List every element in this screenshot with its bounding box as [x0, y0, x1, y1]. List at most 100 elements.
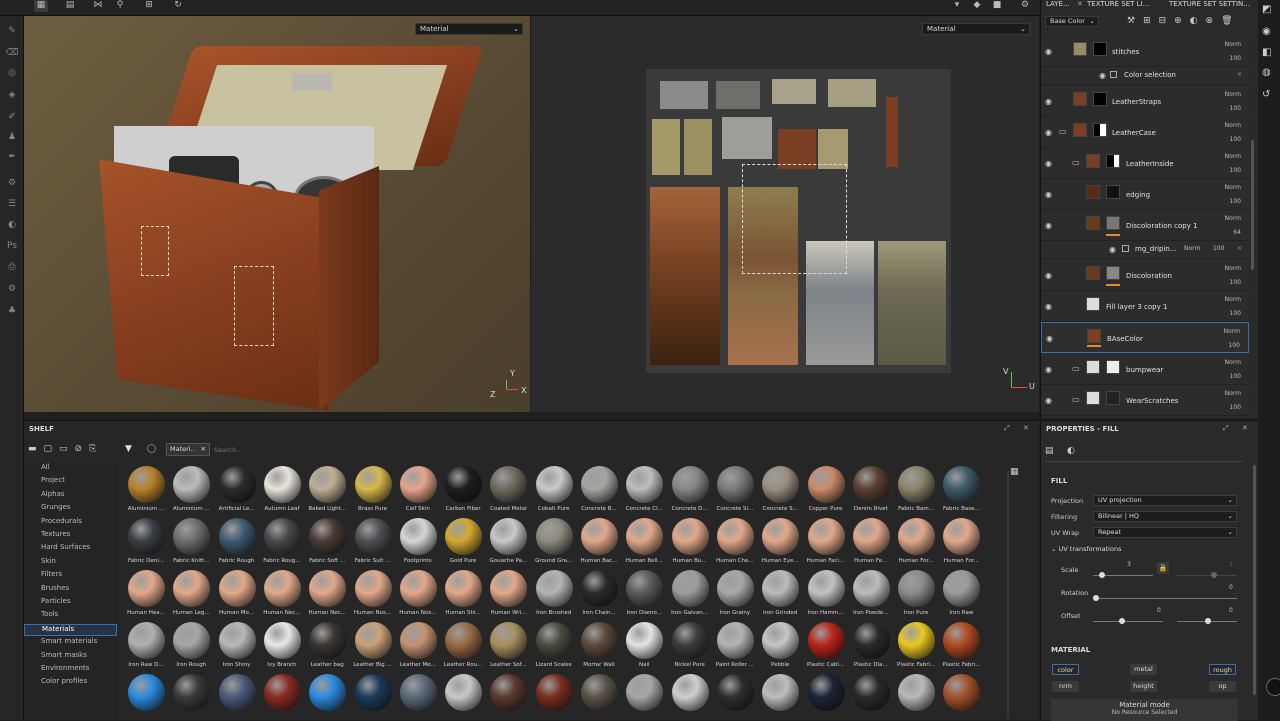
- material-thumbnail[interactable]: Human For...: [939, 518, 983, 570]
- uv-selection-box[interactable]: [742, 164, 847, 274]
- uvwrap-select[interactable]: Repeat ⌄: [1093, 527, 1237, 538]
- display-icon[interactable]: ◧: [1262, 47, 1271, 58]
- material-thumbnail[interactable]: Iron Rough: [169, 622, 213, 674]
- viewport-3d-mode-select[interactable]: Material ⌄: [415, 23, 523, 35]
- channel-height-button[interactable]: height: [1130, 681, 1157, 692]
- shelf-category-smart-masks[interactable]: Smart masks: [41, 651, 87, 659]
- scale-knob-2[interactable]: [1211, 572, 1217, 578]
- tab-layers[interactable]: LAYE...: [1046, 0, 1070, 9]
- material-thumbnail[interactable]: [804, 674, 848, 720]
- material-thumbnail[interactable]: Human Shi...: [441, 570, 485, 622]
- close-icon[interactable]: ✕: [1023, 424, 1029, 432]
- eye-icon[interactable]: ◉: [1045, 128, 1052, 137]
- material-thumbnail[interactable]: Iron Diamo...: [622, 570, 666, 622]
- layer-opacity[interactable]: 100: [1230, 404, 1241, 411]
- offset-knob-2[interactable]: [1205, 618, 1211, 624]
- layer-opacity[interactable]: 100: [1230, 167, 1241, 174]
- material-thumbnail[interactable]: Iron Shiny: [215, 622, 259, 674]
- material-thumbnail[interactable]: Fabric Bam...: [894, 466, 938, 518]
- channel-color-button[interactable]: color: [1052, 664, 1079, 675]
- add-icon[interactable]: ⊞: [142, 0, 156, 12]
- material-thumbnail[interactable]: [668, 674, 712, 720]
- video-icon[interactable]: ■: [990, 0, 1004, 12]
- material-tab-icon[interactable]: ◐: [1067, 446, 1075, 456]
- material-thumbnail[interactable]: Concrete Si...: [713, 466, 757, 518]
- material-thumbnail[interactable]: [305, 674, 349, 720]
- layer-blend[interactable]: Norm: [1225, 359, 1241, 366]
- close-icon[interactable]: ✕: [1237, 71, 1242, 78]
- shelf-category-tools[interactable]: Tools: [41, 610, 58, 618]
- expand-icon[interactable]: ⤢: [1004, 424, 1010, 433]
- material-thumbnail[interactable]: Artificial Le...: [215, 466, 259, 518]
- layer-opacity[interactable]: 100: [1230, 136, 1241, 143]
- eye-icon[interactable]: ◉: [1045, 396, 1052, 405]
- eye-icon[interactable]: ◉: [1045, 190, 1052, 199]
- material-thumbnail[interactable]: Denim Rivet: [849, 466, 893, 518]
- material-thumbnail[interactable]: Paint Roller ...: [713, 622, 757, 674]
- material-thumbnail[interactable]: Leather bag: [305, 622, 349, 674]
- camera-icon[interactable]: ◉: [1262, 26, 1271, 37]
- material-thumbnail[interactable]: [441, 674, 485, 720]
- shelf-search-input[interactable]: [214, 443, 994, 456]
- eye-icon[interactable]: ◉: [1109, 245, 1116, 254]
- pivot-icon[interactable]: ⚲: [113, 0, 127, 12]
- rotation-knob[interactable]: [1093, 595, 1099, 601]
- material-thumbnail[interactable]: [577, 674, 621, 720]
- layers-icon[interactable]: ◩: [1262, 4, 1271, 15]
- history-icon[interactable]: ↻: [171, 0, 185, 12]
- layer-effect-row[interactable]: ◉ Color selection ✕: [1041, 67, 1249, 85]
- eye-icon[interactable]: ◉: [1045, 47, 1052, 56]
- material-thumbnail[interactable]: Iron Grinded: [758, 570, 802, 622]
- shelf-category-hard-surfaces[interactable]: Hard Surfaces: [41, 543, 90, 551]
- material-thumbnail[interactable]: [124, 674, 168, 720]
- material-thumbnail[interactable]: Fabric Base...: [939, 466, 983, 518]
- clone-icon[interactable]: ♟: [5, 130, 19, 144]
- material-thumbnail[interactable]: [894, 674, 938, 720]
- material-thumbnail[interactable]: Leather Big ...: [351, 622, 395, 674]
- layer-row[interactable]: ◉ ▭ bumpwear Norm 100: [1041, 354, 1249, 385]
- material-thumbnail[interactable]: Human Hea...: [124, 570, 168, 622]
- material-thumbnail[interactable]: Iron Brushed: [532, 570, 576, 622]
- material-thumbnail[interactable]: Human Faci...: [804, 518, 848, 570]
- history-icon[interactable]: ↺: [1262, 89, 1270, 100]
- material-thumbnail[interactable]: Human Eye...: [758, 518, 802, 570]
- material-thumbnail[interactable]: Concrete Cl...: [622, 466, 666, 518]
- photoshop-icon[interactable]: Ps: [5, 239, 19, 253]
- material-thumbnail[interactable]: [622, 674, 666, 720]
- material-thumbnail[interactable]: Fabric Roug...: [260, 518, 304, 570]
- filter-chip[interactable]: Materi.. ✕: [166, 443, 210, 456]
- material-thumbnail[interactable]: [532, 674, 576, 720]
- circle-icon[interactable]: [147, 444, 156, 453]
- layer-row[interactable]: ◉ Discoloration copy 1 Norm 64: [1041, 210, 1249, 241]
- material-thumbnail[interactable]: Iron Chain...: [577, 570, 621, 622]
- eye-icon[interactable]: ◉: [1045, 221, 1052, 230]
- shelf-category-skin[interactable]: Skin: [41, 557, 56, 565]
- cube-icon[interactable]: ◆: [970, 0, 984, 12]
- material-thumbnail[interactable]: [351, 674, 395, 720]
- material-thumbnail[interactable]: Lizard Scales: [532, 622, 576, 674]
- material-thumbnail[interactable]: Plastic Fabri...: [894, 622, 938, 674]
- channel-metal-button[interactable]: metal: [1130, 664, 1157, 675]
- material-thumbnail[interactable]: Brass Pure: [351, 466, 395, 518]
- material-thumbnail[interactable]: Copper Pure: [804, 466, 848, 518]
- shelf-category-alphas[interactable]: Alphas: [41, 490, 65, 498]
- material-thumbnail[interactable]: Nickel Pure: [668, 622, 712, 674]
- material-thumbnail[interactable]: Ground Gra...: [532, 518, 576, 570]
- paint-brush-icon[interactable]: ✎: [5, 24, 19, 38]
- layer-blend[interactable]: Norm: [1225, 184, 1241, 191]
- material-thumbnail[interactable]: Human Nec...: [260, 570, 304, 622]
- layer-row[interactable]: ◉ Discoloration Norm 100: [1041, 260, 1249, 291]
- filtering-select[interactable]: Bilinear | HQ ⌄: [1093, 511, 1237, 522]
- symmetry-icon[interactable]: ⋈: [91, 0, 105, 12]
- material-thumbnail[interactable]: Human Bac...: [577, 518, 621, 570]
- smudge-icon[interactable]: ✐: [5, 110, 19, 124]
- material-thumbnail[interactable]: [260, 674, 304, 720]
- material-thumbnail[interactable]: Pebble: [758, 622, 802, 674]
- shelf-category-filters[interactable]: Filters: [41, 570, 62, 578]
- material-thumbnail[interactable]: Fabric Soft ...: [305, 518, 349, 570]
- material-thumbnail[interactable]: Gouache Pa...: [486, 518, 530, 570]
- scale-slider-2[interactable]: [1177, 575, 1237, 576]
- material-thumbnail[interactable]: Concrete B...: [577, 466, 621, 518]
- material-thumbnail[interactable]: Cobalt Pure: [532, 466, 576, 518]
- eye-icon[interactable]: ◉: [1046, 334, 1053, 343]
